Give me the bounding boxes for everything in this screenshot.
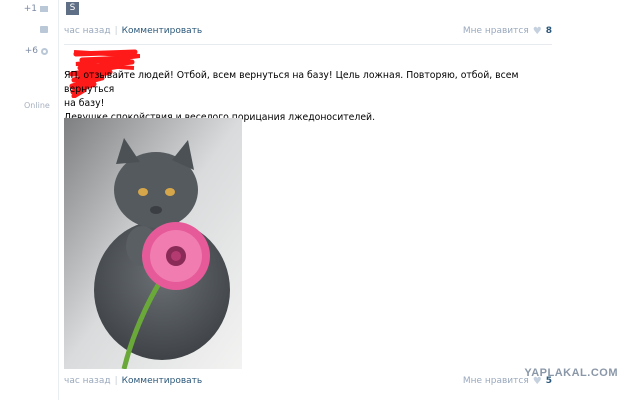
- prev-post-time[interactable]: час назад: [64, 26, 111, 36]
- prev-like-label: Мне нравится: [462, 26, 529, 36]
- post-meta: час назад | Комментировать: [64, 374, 202, 388]
- post-line-1: ЯП, отзывайте людей! Отбой, всем вернуть…: [64, 70, 519, 95]
- post-line-2: на базу!: [64, 98, 105, 109]
- cat-flower-image: [64, 118, 242, 369]
- post-text: ЯП, отзывайте людей! Отбой, всем вернуть…: [64, 69, 524, 125]
- site-watermark: YAPLAKAL.COM: [524, 367, 618, 379]
- prev-post-like[interactable]: Мне нравится ♥ 8: [463, 24, 552, 38]
- comment-icon: [40, 26, 48, 33]
- post-photo[interactable]: [64, 118, 242, 369]
- attachment-thumb[interactable]: S: [66, 2, 79, 15]
- heart-icon: ♥: [532, 25, 542, 37]
- prev-like-count: 8: [545, 26, 552, 36]
- post-comment-link[interactable]: Комментировать: [122, 376, 203, 386]
- prev-post-comment-link[interactable]: Комментировать: [122, 26, 203, 36]
- prev-post-meta: час назад | Комментировать: [64, 24, 202, 38]
- online-status: Online: [24, 101, 50, 110]
- messages-counter[interactable]: +1: [24, 4, 48, 14]
- post-divider: [64, 44, 552, 45]
- comments-indicator[interactable]: [40, 26, 48, 33]
- like-label: Мне нравится: [462, 376, 529, 386]
- messages-count: +1: [23, 4, 37, 14]
- envelope-icon: [40, 6, 48, 12]
- meta-separator: |: [114, 26, 118, 36]
- meta-separator: |: [114, 376, 118, 386]
- post-time[interactable]: час назад: [64, 376, 111, 386]
